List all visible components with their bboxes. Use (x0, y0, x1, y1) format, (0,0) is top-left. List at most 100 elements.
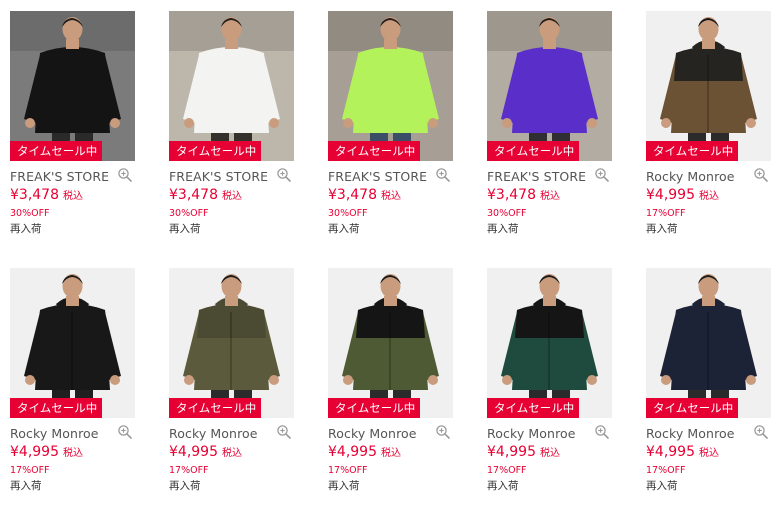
model-garment (35, 47, 110, 133)
discount-label: 30%OFF (169, 208, 209, 219)
model-hand (661, 118, 671, 128)
discount-label: 17%OFF (328, 465, 368, 476)
product-image[interactable]: タイムセール中 (10, 268, 135, 418)
zoom-icon[interactable] (435, 167, 451, 183)
zoom-icon[interactable] (435, 424, 451, 440)
model-head (380, 274, 401, 298)
zoom-icon[interactable] (594, 167, 610, 183)
discount-label: 17%OFF (487, 465, 527, 476)
model-hand (25, 118, 35, 128)
price-value: ¥4,995 (646, 187, 695, 203)
model-garment (512, 47, 587, 133)
product-card[interactable]: タイムセール中 FREAK'S STORE ¥3,478 税込 30%OFF 再入… (169, 11, 295, 237)
product-image[interactable]: タイムセール中 (646, 11, 771, 161)
zoom-icon[interactable] (276, 167, 292, 183)
product-image[interactable]: タイムセール中 (10, 11, 135, 161)
price-value: ¥4,995 (487, 444, 536, 460)
tax-label: 税込 (63, 448, 83, 459)
product-image[interactable]: タイムセール中 (169, 268, 294, 418)
product-card[interactable]: タイムセール中 FREAK'S STORE ¥3,478 税込 30%OFF 再入… (328, 11, 454, 237)
model-hand (343, 375, 353, 385)
price: ¥4,995 税込 (646, 443, 772, 463)
restock-label: 再入荷 (169, 480, 201, 492)
time-sale-badge: タイムセール中 (328, 141, 421, 161)
zoom-icon[interactable] (594, 424, 610, 440)
price-value: ¥3,478 (487, 187, 536, 203)
price: ¥3,478 税込 (10, 186, 136, 206)
brand-name[interactable]: Rocky Monroe (169, 426, 258, 441)
product-card[interactable]: タイムセール中 Rocky Monroe ¥4,995 税込 17%OFF 再入荷 (646, 268, 772, 494)
restock-label: 再入荷 (328, 480, 360, 492)
zoom-icon[interactable] (753, 424, 769, 440)
product-card[interactable]: タイムセール中 FREAK'S STORE ¥3,478 税込 30%OFF 再入… (10, 11, 136, 237)
product-card[interactable]: タイムセール中 Rocky Monroe ¥4,995 税込 17%OFF 再入荷 (328, 268, 454, 494)
tax-label: 税込 (540, 448, 560, 459)
discount-label: 17%OFF (646, 208, 686, 219)
model-hand (343, 118, 353, 128)
brand-name[interactable]: FREAK'S STORE (10, 169, 109, 184)
product-image[interactable]: タイムセール中 (328, 11, 453, 161)
zoom-icon[interactable] (276, 424, 292, 440)
model-hand (746, 375, 756, 385)
model-hand (661, 375, 671, 385)
model-hand (269, 375, 279, 385)
magnifier-plus-glyph (277, 168, 291, 182)
brand-name[interactable]: FREAK'S STORE (328, 169, 427, 184)
model-hand (269, 118, 279, 128)
price: ¥4,995 税込 (487, 443, 613, 463)
product-card[interactable]: タイムセール中 Rocky Monroe ¥4,995 税込 17%OFF 再入荷 (10, 268, 136, 494)
time-sale-badge: タイムセール中 (10, 141, 103, 161)
model-head (698, 274, 719, 298)
magnifier-plus-glyph (754, 168, 768, 182)
time-sale-badge: タイムセール中 (328, 398, 421, 418)
brand-name[interactable]: Rocky Monroe (328, 426, 417, 441)
model-hand (184, 118, 194, 128)
product-image[interactable]: タイムセール中 (487, 268, 612, 418)
tax-label: 税込 (699, 191, 719, 202)
model-hand (110, 375, 120, 385)
model-head (221, 17, 242, 41)
price: ¥3,478 税込 (328, 186, 454, 206)
product-image[interactable]: タイムセール中 (646, 268, 771, 418)
tax-label: 税込 (381, 191, 401, 202)
price: ¥4,995 税込 (10, 443, 136, 463)
model-hand (587, 118, 597, 128)
product-image[interactable]: タイムセール中 (328, 268, 453, 418)
model-head (539, 274, 560, 298)
price-value: ¥4,995 (328, 444, 377, 460)
brand-name[interactable]: Rocky Monroe (646, 426, 735, 441)
brand-name[interactable]: Rocky Monroe (10, 426, 99, 441)
price: ¥3,478 税込 (169, 186, 295, 206)
product-image[interactable]: タイムセール中 (169, 11, 294, 161)
product-card[interactable]: タイムセール中 Rocky Monroe ¥4,995 税込 17%OFF 再入荷 (169, 268, 295, 494)
brand-name[interactable]: Rocky Monroe (487, 426, 576, 441)
price: ¥4,995 税込 (646, 186, 772, 206)
model-hand (502, 118, 512, 128)
magnifier-plus-glyph (595, 425, 609, 439)
restock-label: 再入荷 (10, 480, 42, 492)
brand-name[interactable]: FREAK'S STORE (487, 169, 586, 184)
discount-label: 30%OFF (328, 208, 368, 219)
product-card[interactable]: タイムセール中 Rocky Monroe ¥4,995 税込 17%OFF 再入荷 (646, 11, 772, 237)
brand-name[interactable]: FREAK'S STORE (169, 169, 268, 184)
time-sale-badge: タイムセール中 (487, 141, 580, 161)
brand-name[interactable]: Rocky Monroe (646, 169, 735, 184)
price: ¥4,995 税込 (328, 443, 454, 463)
restock-label: 再入荷 (487, 480, 519, 492)
product-card[interactable]: タイムセール中 FREAK'S STORE ¥3,478 税込 30%OFF 再入… (487, 11, 613, 237)
price: ¥3,478 税込 (487, 186, 613, 206)
model-head (221, 274, 242, 298)
zoom-icon[interactable] (117, 167, 133, 183)
restock-label: 再入荷 (169, 223, 201, 235)
model-head (698, 17, 719, 41)
product-card[interactable]: タイムセール中 Rocky Monroe ¥4,995 税込 17%OFF 再入荷 (487, 268, 613, 494)
magnifier-plus-glyph (436, 425, 450, 439)
zoom-icon[interactable] (753, 167, 769, 183)
restock-label: 再入荷 (646, 223, 678, 235)
zoom-icon[interactable] (117, 424, 133, 440)
model-hand (428, 375, 438, 385)
discount-label: 17%OFF (169, 465, 209, 476)
tax-label: 税込 (381, 448, 401, 459)
model-hand (428, 118, 438, 128)
product-image[interactable]: タイムセール中 (487, 11, 612, 161)
